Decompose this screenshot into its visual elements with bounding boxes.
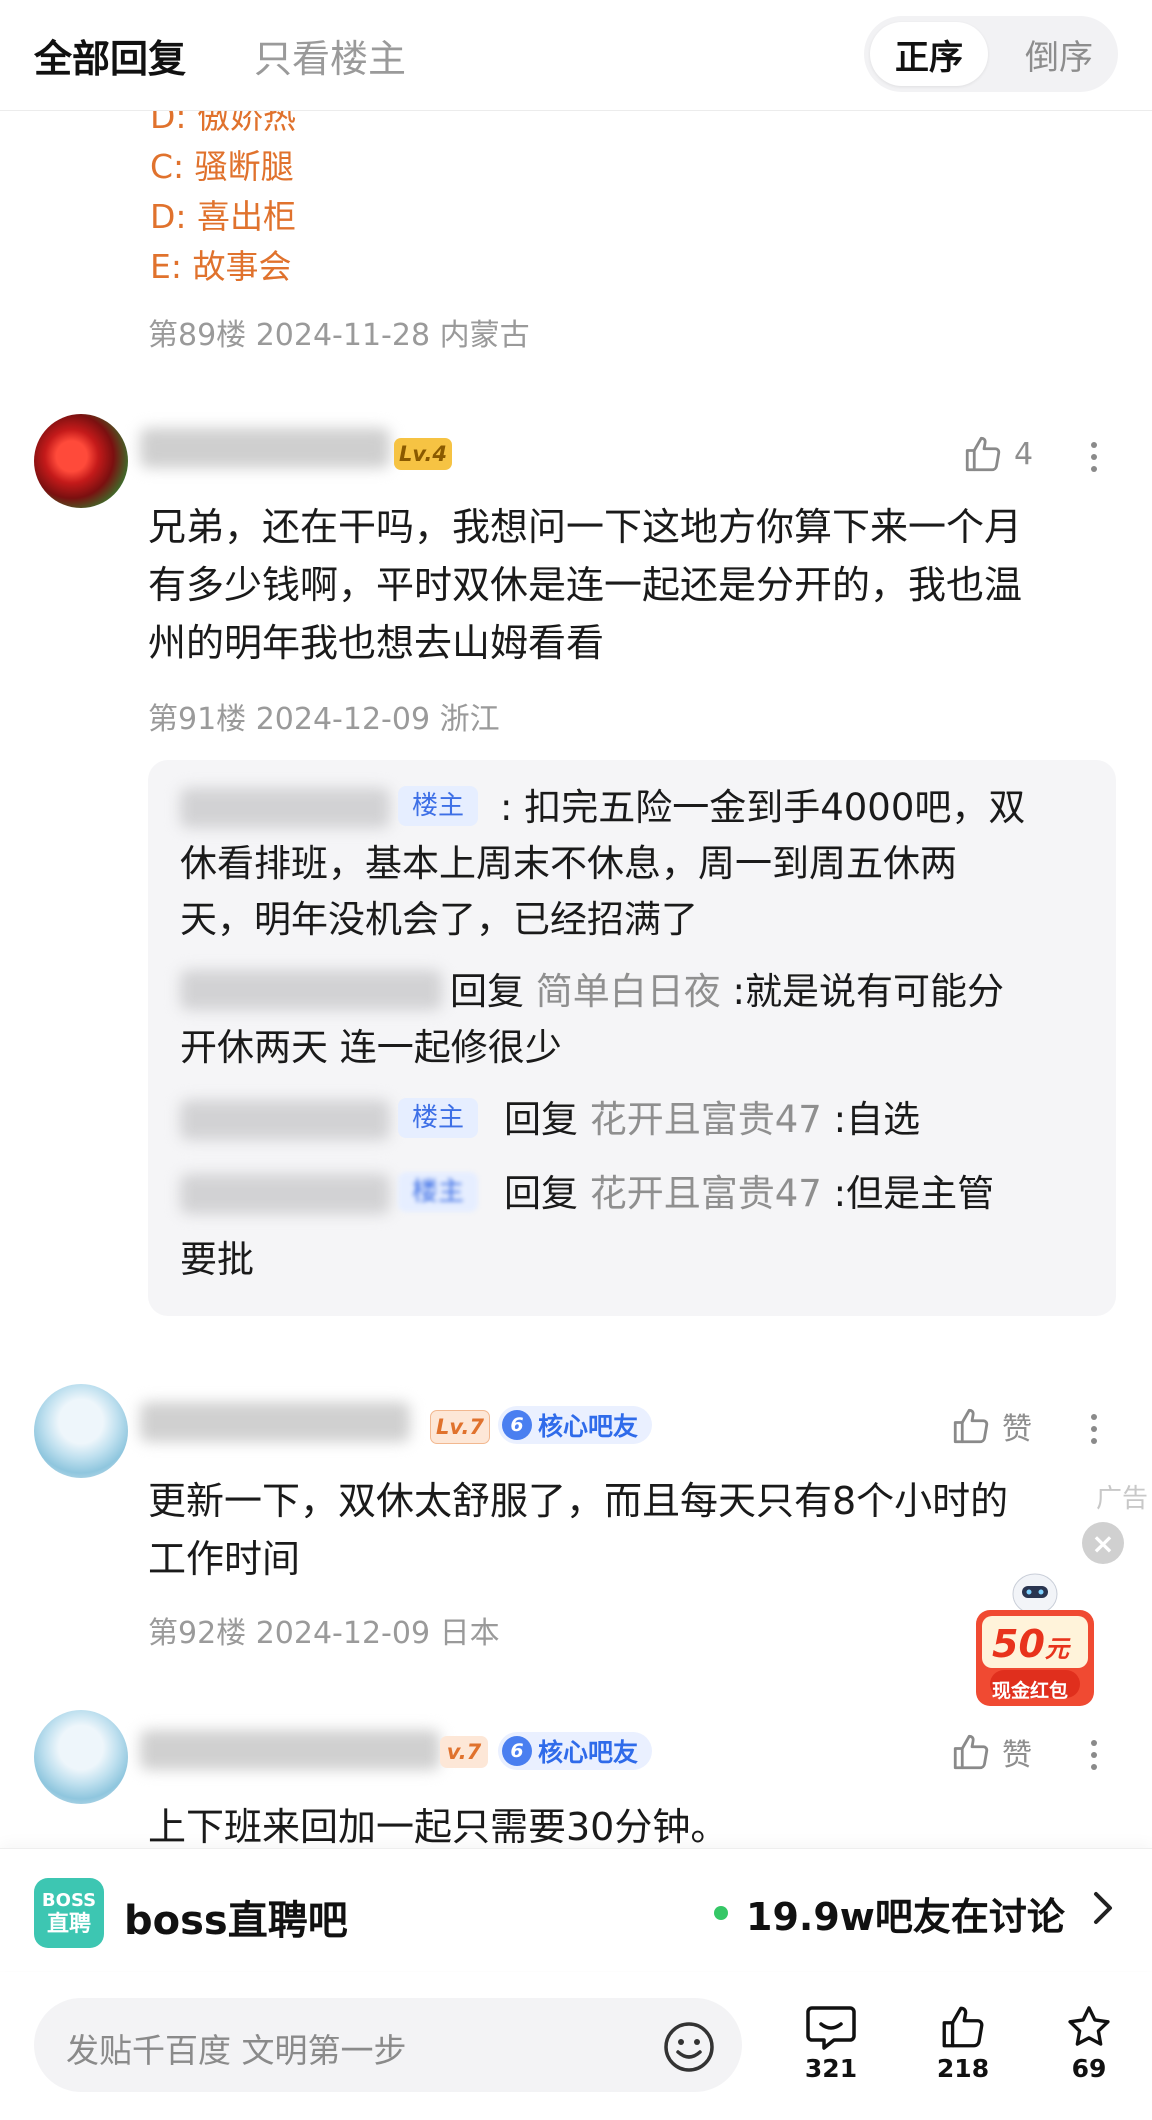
thumbs-up-icon: [953, 1408, 989, 1444]
username-blurred[interactable]: [180, 788, 390, 828]
more-options-icon[interactable]: [1090, 436, 1098, 478]
op-badge: 楼主: [398, 786, 479, 826]
reply-text: 回复 简单白日夜 :就是说有可能分: [450, 970, 1004, 1013]
avatar[interactable]: [34, 1710, 128, 1804]
comments-button[interactable]: 321: [804, 2002, 858, 2083]
red-packet-label: 现金红包: [992, 1680, 1069, 1702]
post-body: 更新一下，双休太舒服了，而且每天只有8个小时的 工作时间: [148, 1479, 1009, 1581]
avatar[interactable]: [34, 1384, 128, 1478]
like-post-button[interactable]: 218: [936, 2002, 990, 2083]
reply-text: 回复 花开且富贵47 :自选: [504, 1098, 921, 1141]
reply-text: 开休两天 连一起修很少: [180, 1026, 562, 1069]
op-badge: 楼主: [398, 1172, 479, 1212]
sort-descending-button[interactable]: 倒序: [1010, 22, 1108, 86]
username-blurred[interactable]: [140, 1730, 440, 1770]
poll-option: D: 喜出柜: [150, 197, 297, 236]
reply-input-placeholder: 发贴千百度 文明第一步: [66, 2031, 407, 2070]
avatar[interactable]: [34, 414, 128, 508]
online-count: 19.9w吧友在讨论: [746, 1895, 1065, 1939]
floor-meta: 第92楼 2024-12-09 日本: [148, 1616, 500, 1651]
reply-text: 回复 花开且富贵47 :但是主管: [504, 1172, 995, 1215]
reply-target[interactable]: 花开且富贵47: [590, 1098, 822, 1141]
op-badge: 楼主: [398, 1098, 479, 1138]
level-badge: Lv.7: [430, 1410, 490, 1444]
reply-text: 休看排班，基本上周末不休息，周一到周五休两: [180, 842, 957, 885]
core-member-badge: 6 核心吧友: [498, 1732, 653, 1770]
close-icon[interactable]: ×: [1082, 1522, 1124, 1564]
like-count: 218: [936, 2054, 990, 2083]
username-blurred[interactable]: [140, 428, 390, 468]
floor-meta: 第89楼 2024-11-28 内蒙古: [148, 318, 530, 353]
username-blurred[interactable]: [140, 1402, 410, 1442]
reply-target[interactable]: 花开且富贵47: [590, 1172, 822, 1215]
more-options-icon[interactable]: [1090, 1734, 1098, 1776]
floor-meta: 第91楼 2024-12-09 浙江: [148, 702, 500, 737]
ad-tag: 广告: [1096, 1484, 1149, 1514]
thumbs-up-icon: [942, 2006, 984, 2048]
like-button[interactable]: 4: [962, 432, 1033, 476]
like-button[interactable]: 赞: [950, 1730, 1032, 1774]
tab-only-op[interactable]: 只看楼主: [254, 28, 406, 83]
core-member-badge: 6 核心吧友: [498, 1406, 653, 1444]
like-count: 4: [1014, 436, 1034, 472]
username-blurred[interactable]: [180, 1174, 390, 1214]
username-blurred[interactable]: [180, 1100, 390, 1140]
poll-option: E: 故事会: [150, 247, 292, 286]
username-blurred[interactable]: [180, 970, 442, 1010]
forum-name[interactable]: boss直聘吧: [124, 1888, 348, 1946]
star-icon: [1068, 2006, 1110, 2046]
online-dot: [714, 1906, 728, 1920]
red-packet-amount: 50元: [992, 1622, 1069, 1666]
more-options-icon[interactable]: [1090, 1408, 1098, 1450]
reply-text: 要批: [180, 1238, 254, 1281]
comment-icon: [806, 2006, 856, 2050]
reply-text: 天，明年没机会了，已经招满了: [180, 898, 698, 941]
post-body: 兄弟，还在干吗，我想问一下这地方你算下来一个月 有多少钱啊，平时双休是连一起还是…: [148, 505, 1023, 665]
forum-logo[interactable]: BOSS 直聘: [34, 1878, 104, 1948]
thumbs-up-icon: [953, 1734, 989, 1770]
poll-option: C: 骚断腿: [150, 147, 294, 186]
chevron-right-icon[interactable]: [1090, 1888, 1116, 1928]
favorite-button[interactable]: 69: [1062, 2002, 1116, 2083]
reply-target[interactable]: 简单白日夜: [536, 970, 721, 1013]
emoji-icon[interactable]: [662, 2020, 716, 2074]
favorite-count: 69: [1071, 2054, 1107, 2083]
level-badge: v.7: [440, 1736, 488, 1768]
reply-text: : 扣完五险一金到手4000吧，双: [500, 786, 1026, 829]
like-button[interactable]: 赞: [950, 1404, 1032, 1448]
comment-count: 321: [804, 2054, 858, 2083]
tab-all-replies[interactable]: 全部回复: [34, 28, 186, 83]
level-badge: Lv.4: [394, 438, 452, 470]
thumbs-up-icon: [965, 436, 1001, 472]
sort-ascending-button[interactable]: 正序: [870, 22, 988, 86]
